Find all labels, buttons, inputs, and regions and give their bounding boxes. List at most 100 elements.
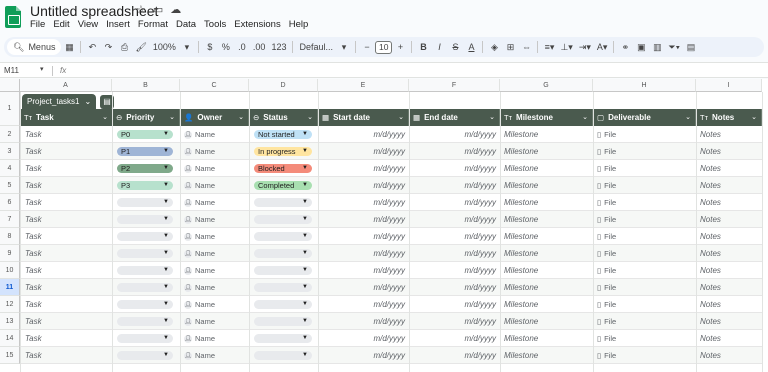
task-cell[interactable]: Task xyxy=(21,330,113,347)
priority-chip[interactable]: P2 ▼ xyxy=(117,164,173,173)
owner-cell[interactable]: 👤︎ Name xyxy=(180,330,249,347)
task-cell[interactable]: Task xyxy=(21,160,113,177)
priority-chip[interactable]: ▼ xyxy=(117,317,173,326)
text-color-icon[interactable]: A xyxy=(466,40,476,54)
notes-cell[interactable]: Notes xyxy=(696,143,762,160)
file-chip[interactable]: ▯ File xyxy=(597,351,616,360)
row-header-6[interactable]: 6 xyxy=(0,194,20,211)
priority-chip[interactable]: ▼ xyxy=(117,266,173,275)
end-date-cell[interactable]: m/d/yyyy xyxy=(409,143,500,160)
owner-cell[interactable]: 👤︎ Name xyxy=(180,160,249,177)
menu-view[interactable]: View xyxy=(78,19,98,30)
milestone-cell[interactable]: Milestone xyxy=(500,296,593,313)
priority-chip[interactable]: ▼ xyxy=(117,351,173,360)
people-chip[interactable]: 👤︎ Name xyxy=(184,215,215,224)
vertical-align-icon[interactable]: ⊥▾ xyxy=(560,40,572,54)
owner-cell[interactable]: 👤︎ Name xyxy=(180,313,249,330)
deliverable-cell[interactable]: ▯ File xyxy=(593,228,696,245)
priority-chip[interactable]: ▼ xyxy=(117,215,173,224)
zoom-select[interactable]: 100% xyxy=(153,40,176,54)
row-header-9[interactable]: 9 xyxy=(0,245,20,262)
status-chip[interactable]: ▼ xyxy=(254,215,312,224)
file-chip[interactable]: ▯ File xyxy=(597,181,616,190)
row-header-10[interactable]: 10 xyxy=(0,262,20,279)
merge-cells-icon[interactable]: ⇔ xyxy=(521,40,531,54)
end-date-cell[interactable]: m/d/yyyy xyxy=(409,160,500,177)
milestone-cell[interactable]: Milestone xyxy=(500,313,593,330)
status-chip[interactable]: ▼ xyxy=(254,283,312,292)
owner-cell[interactable]: 👤︎ Name xyxy=(180,262,249,279)
deliverable-cell[interactable]: ▯ File xyxy=(593,245,696,262)
status-chip[interactable]: ▼ xyxy=(254,300,312,309)
deliverable-cell[interactable]: ▯ File xyxy=(593,347,696,364)
menu-help[interactable]: Help xyxy=(289,19,309,30)
file-chip[interactable]: ▯ File xyxy=(597,198,616,207)
column-header-g[interactable]: G xyxy=(500,79,593,92)
milestone-cell[interactable]: Milestone xyxy=(500,177,593,194)
end-date-cell[interactable]: m/d/yyyy xyxy=(409,228,500,245)
calendar-icon[interactable]: ▦ xyxy=(64,40,74,54)
status-chip[interactable]: ▼ xyxy=(254,198,312,207)
file-chip[interactable]: ▯ File xyxy=(597,266,616,275)
task-cell[interactable]: Task xyxy=(21,279,113,296)
start-date-cell[interactable]: m/d/yyyy xyxy=(318,279,409,296)
row-header-3[interactable]: 3 xyxy=(0,143,20,160)
column-header-d[interactable]: D xyxy=(249,79,318,92)
milestone-cell[interactable]: Milestone xyxy=(500,279,593,296)
task-cell[interactable]: Task xyxy=(21,143,113,160)
file-chip[interactable]: ▯ File xyxy=(597,283,616,292)
column-header-f[interactable]: F xyxy=(409,79,500,92)
borders-icon[interactable]: ⊞ xyxy=(505,40,515,54)
deliverable-cell[interactable]: ▯ File xyxy=(593,177,696,194)
start-date-cell[interactable]: m/d/yyyy xyxy=(318,160,409,177)
end-date-cell[interactable]: m/d/yyyy xyxy=(409,126,500,143)
start-date-cell[interactable]: m/d/yyyy xyxy=(318,245,409,262)
currency-button[interactable]: $ xyxy=(205,40,215,54)
owner-cell[interactable]: 👤︎ Name xyxy=(180,245,249,262)
star-icon[interactable]: ☆ xyxy=(136,3,146,16)
end-date-cell[interactable]: m/d/yyyy xyxy=(409,194,500,211)
deliverable-cell[interactable]: ▯ File xyxy=(593,126,696,143)
owner-cell[interactable]: 👤︎ Name xyxy=(180,228,249,245)
notes-cell[interactable]: Notes xyxy=(696,194,762,211)
notes-cell[interactable]: Notes xyxy=(696,177,762,194)
start-date-cell[interactable]: m/d/yyyy xyxy=(318,313,409,330)
row-header-2[interactable]: 2 xyxy=(0,126,20,143)
people-chip[interactable]: 👤︎ Name xyxy=(184,300,215,309)
insert-link-icon[interactable]: ⚭ xyxy=(620,40,630,54)
people-chip[interactable]: 👤︎ Name xyxy=(184,351,215,360)
task-cell[interactable]: Task xyxy=(21,313,113,330)
status-chip[interactable]: Not started ▼ xyxy=(254,130,312,139)
people-chip[interactable]: 👤︎ Name xyxy=(184,334,215,343)
people-chip[interactable]: 👤︎ Name xyxy=(184,198,215,207)
print-icon[interactable]: ⎙ xyxy=(119,40,129,54)
insert-comment-icon[interactable]: ▣ xyxy=(636,40,646,54)
end-date-cell[interactable]: m/d/yyyy xyxy=(409,330,500,347)
task-cell[interactable]: Task xyxy=(21,245,113,262)
deliverable-cell[interactable]: ▯ File xyxy=(593,160,696,177)
task-cell[interactable]: Task xyxy=(21,262,113,279)
priority-chip[interactable]: P0 ▼ xyxy=(117,130,173,139)
file-chip[interactable]: ▯ File xyxy=(597,130,616,139)
file-chip[interactable]: ▯ File xyxy=(597,300,616,309)
deliverable-cell[interactable]: ▯ File xyxy=(593,211,696,228)
deliverable-cell[interactable]: ▯ File xyxy=(593,296,696,313)
status-chip[interactable]: ▼ xyxy=(254,317,312,326)
file-chip[interactable]: ▯ File xyxy=(597,164,616,173)
milestone-cell[interactable]: Milestone xyxy=(500,330,593,347)
file-chip[interactable]: ▯ File xyxy=(597,147,616,156)
row-header-7[interactable]: 7 xyxy=(0,211,20,228)
filter-icon[interactable]: ⏷▾ xyxy=(668,40,680,54)
owner-cell[interactable]: 👤︎ Name xyxy=(180,126,249,143)
task-cell[interactable]: Task xyxy=(21,177,113,194)
row-header-15[interactable]: 15 xyxy=(0,347,20,364)
notes-cell[interactable]: Notes xyxy=(696,313,762,330)
column-header-c[interactable]: C xyxy=(180,79,249,92)
move-folder-icon[interactable]: ▭ xyxy=(153,3,163,16)
start-date-cell[interactable]: m/d/yyyy xyxy=(318,126,409,143)
undo-icon[interactable]: ↶ xyxy=(87,40,97,54)
notes-cell[interactable]: Notes xyxy=(696,296,762,313)
row-header-1[interactable]: 1 xyxy=(0,92,20,126)
owner-cell[interactable]: 👤︎ Name xyxy=(180,347,249,364)
status-chip[interactable]: Blocked ▼ xyxy=(254,164,312,173)
